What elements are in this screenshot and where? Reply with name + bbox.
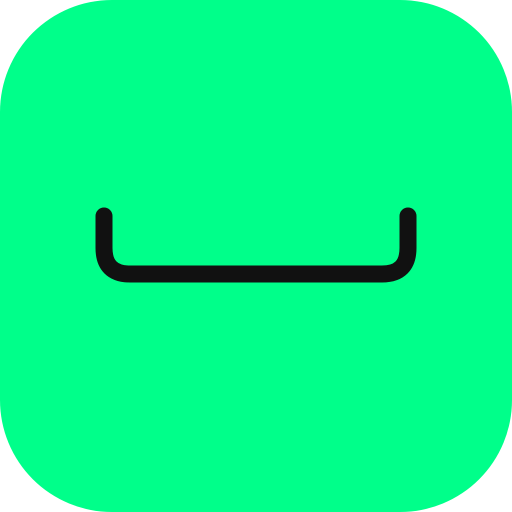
app-icon[interactable] bbox=[0, 0, 512, 512]
icon-background bbox=[0, 0, 512, 512]
space-bar-icon bbox=[0, 0, 512, 512]
